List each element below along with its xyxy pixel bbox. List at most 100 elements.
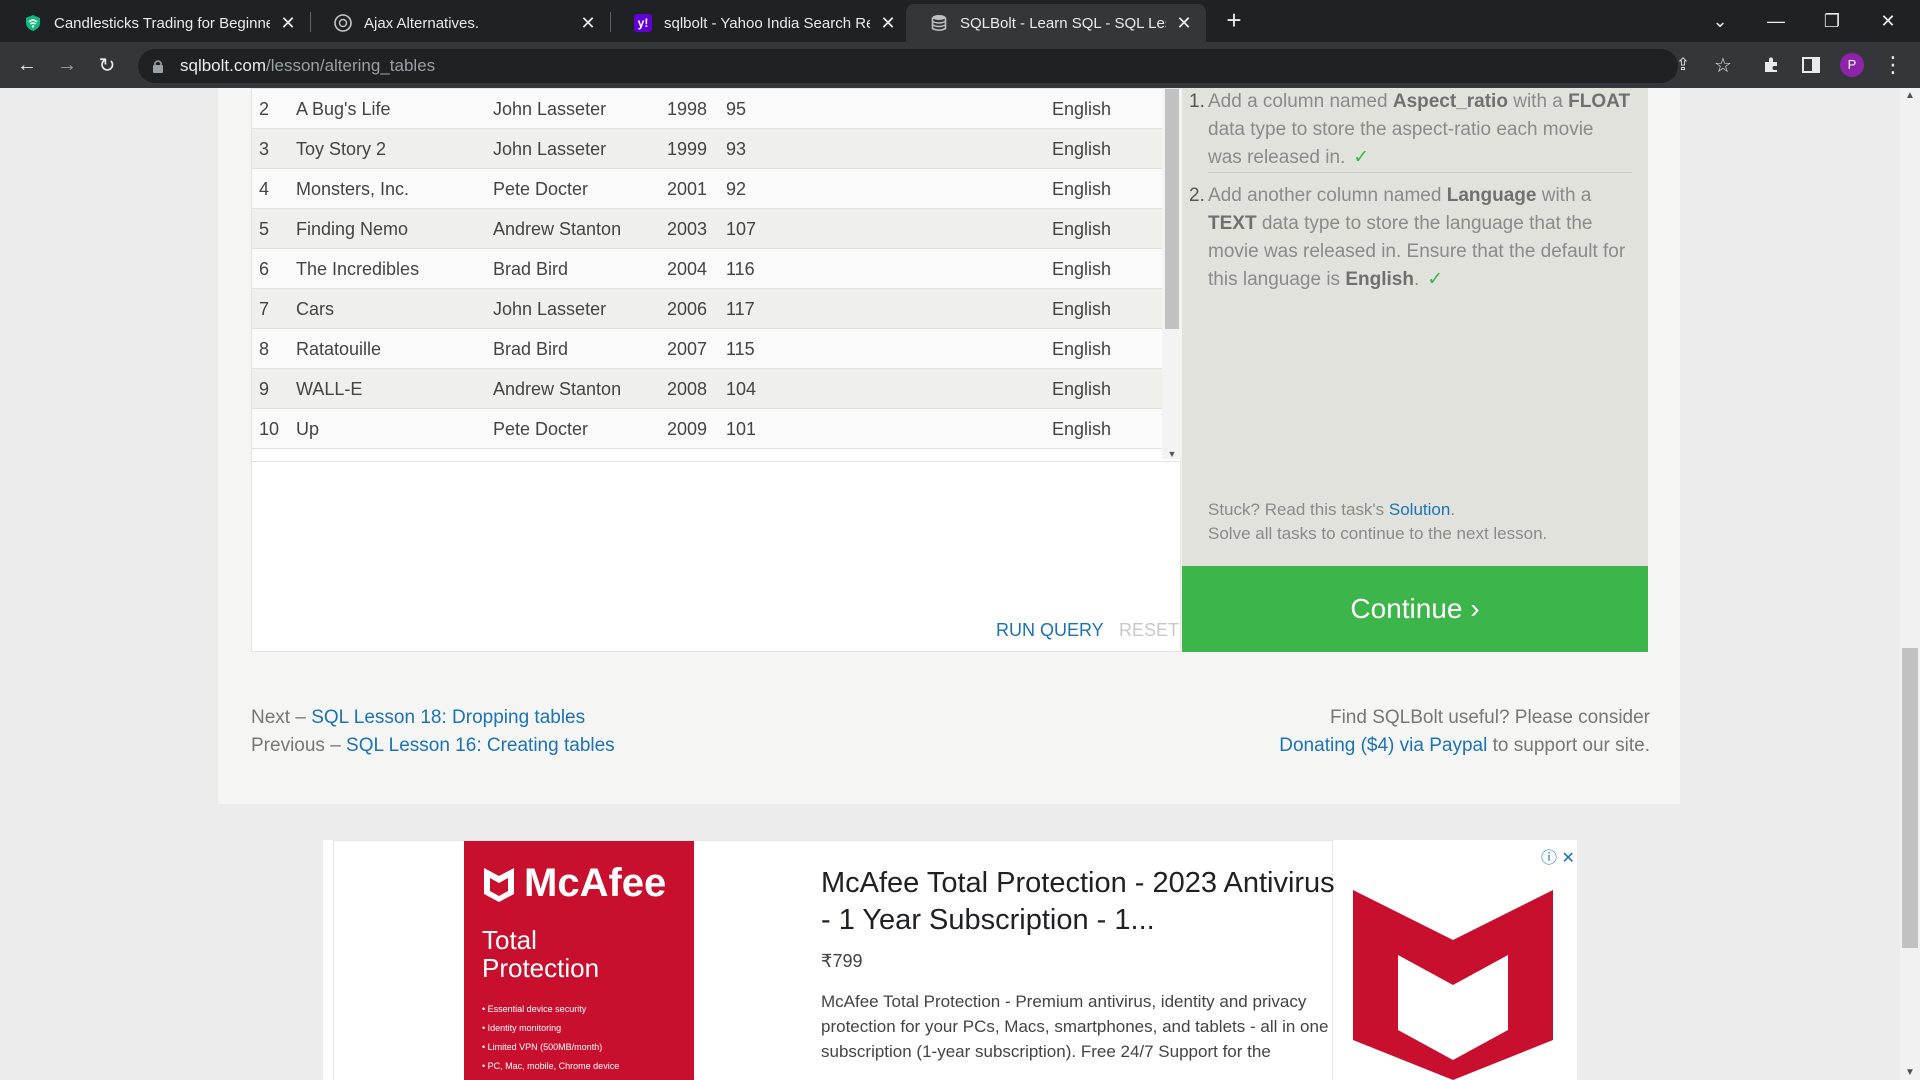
task-text: Add another column named: [1208, 185, 1447, 206]
bookmark-star-icon[interactable]: ☆: [1708, 50, 1738, 80]
donate-link[interactable]: Donating ($4) via Paypal: [1279, 735, 1487, 756]
close-icon[interactable]: ✕: [878, 13, 898, 34]
cell-length: 101: [726, 419, 757, 439]
task-text: with a: [1507, 91, 1569, 112]
tab-candlesticks[interactable]: Candlesticks Trading for Beginne ✕: [0, 4, 310, 42]
extensions-icon[interactable]: [1756, 50, 1786, 80]
close-icon[interactable]: ✕: [578, 13, 598, 34]
address-bar[interactable]: sqlbolt.com/lesson/altering_tables: [138, 49, 1678, 83]
task-text: with a: [1536, 185, 1592, 206]
mcafee-logo-icon[interactable]: [1353, 870, 1553, 1080]
solution-link[interactable]: Solution: [1389, 500, 1450, 519]
menu-dots-icon[interactable]: ⋮: [1878, 50, 1908, 80]
restore-icon[interactable]: ❐: [1804, 0, 1860, 42]
cell-title: Ratatouille: [296, 339, 382, 359]
mcafee-logo: McAfee: [482, 861, 676, 906]
profile-avatar[interactable]: P: [1840, 53, 1864, 77]
tab-ajax[interactable]: Ajax Alternatives. ✕: [310, 4, 610, 42]
tab-search-icon[interactable]: ⌄: [1692, 0, 1748, 42]
cell-length: 104: [726, 379, 757, 399]
page-viewport: 2A Bug's Life John Lasseter 1998 95 English 3…: [0, 88, 1900, 1080]
cell-year: 1999: [667, 139, 708, 159]
ad-product-name: Total Protection: [482, 926, 676, 982]
donate-text: Find SQLBolt useful? Please consider: [1329, 707, 1650, 728]
tab-sqlbolt[interactable]: SQLBolt - Learn SQL - SQL Lesso ✕: [906, 4, 1206, 42]
ad-card[interactable]: McAfee Total Protection • Essential devi…: [333, 840, 1335, 1080]
task-text: .: [1413, 269, 1420, 290]
share-icon[interactable]: ⇪: [1668, 50, 1698, 80]
cell-id: 10: [259, 419, 280, 439]
previous-lesson-link[interactable]: SQL Lesson 16: Creating tables: [346, 735, 615, 756]
cell-title: Finding Nemo: [296, 219, 409, 239]
table-row: 4 Monsters, Inc. Pete Docter 2001 92 English: [252, 169, 1162, 209]
side-panel-icon[interactable]: [1796, 50, 1826, 80]
page-scrollbar[interactable]: ▲ ▼: [1900, 88, 1920, 1080]
table-row: 6 The Incredibles Brad Bird 2004 116 English: [252, 249, 1162, 289]
ad-title[interactable]: McAfee Total Protection - 2023 Antivirus…: [821, 865, 1341, 939]
ad-product-line: Protection: [482, 953, 600, 983]
query-results-table: 2A Bug's Life John Lasseter 1998 95 English 3…: [252, 89, 1162, 459]
task-number: 2.: [1189, 185, 1205, 206]
task-keyword: FLOAT: [1568, 91, 1631, 112]
reload-icon[interactable]: ↻: [92, 50, 122, 80]
lesson-navigation: Next – SQL Lesson 18: Dropping tables Pr…: [251, 704, 615, 760]
cell-year: 2007: [667, 339, 708, 359]
minimize-icon[interactable]: —: [1748, 0, 1804, 42]
donate-note: Find SQLBolt useful? Please consider Don…: [1180, 704, 1650, 760]
back-icon[interactable]: ←: [12, 50, 42, 80]
cell-id: 4: [259, 179, 270, 199]
cell-length: 115: [726, 339, 755, 359]
ad-product-image[interactable]: McAfee Total Protection • Essential devi…: [464, 841, 694, 1080]
cell-director: John Lasseter: [493, 299, 607, 319]
reset-button[interactable]: RESET: [1119, 620, 1179, 641]
advertisement[interactable]: McAfee Total Protection • Essential devi…: [323, 840, 1577, 1080]
exercise-panel: 2A Bug's Life John Lasseter 1998 95 English 3…: [251, 88, 1182, 652]
new-tab-button[interactable]: +: [1220, 6, 1248, 34]
help-note: Stuck? Read this task's Solution. Solve …: [1208, 498, 1547, 546]
cell-year: 2003: [667, 219, 708, 239]
next-lesson-link[interactable]: SQL Lesson 18: Dropping tables: [311, 707, 585, 728]
continue-button[interactable]: Continue ›: [1182, 566, 1648, 652]
mcafee-shield-icon: [484, 867, 514, 902]
table-row: 9 WALL-E Andrew Stanton 2008 104 English: [252, 369, 1162, 409]
results-scrollbar-thumb[interactable]: [1165, 89, 1179, 329]
cell-id: 7: [259, 299, 270, 319]
table-row: 3 Toy Story 2 John Lasseter 1999 93 English: [252, 129, 1162, 169]
table-row: 10 Up Pete Docter 2009 101 English: [252, 409, 1162, 449]
ad-bullet: • Limited VPN (500MB/month): [482, 1042, 603, 1052]
ad-choices-icon[interactable]: ⓘ ✕: [1541, 844, 1575, 868]
task-2: 2. Add another column named Language wit…: [1189, 182, 1632, 294]
cell-length: 117: [726, 299, 755, 319]
cell-title: Toy Story 2: [296, 139, 387, 159]
page-scrollbar-thumb[interactable]: [1902, 648, 1918, 948]
checkmark-icon: ✓: [1427, 269, 1444, 290]
task-keyword: Aspect_ratio: [1392, 91, 1508, 112]
tab-yahoo[interactable]: y! sqlbolt - Yahoo India Search Resu ✕: [610, 4, 910, 42]
cell-id: 5: [259, 219, 270, 239]
cell-id: 9: [259, 379, 270, 399]
scroll-up-arrow-icon[interactable]: ▲: [1900, 90, 1920, 101]
stuck-period: .: [1450, 500, 1456, 519]
scroll-down-arrow-icon[interactable]: ▼: [1900, 1067, 1920, 1078]
cell-year: 2009: [667, 419, 708, 439]
database-icon: [930, 14, 948, 32]
prev-prefix: Previous –: [251, 735, 347, 756]
ad-description: McAfee Total Protection - Premium antivi…: [821, 992, 1329, 1061]
table-row: 5 Finding Nemo Andrew Stanton 2003 107 Englis…: [252, 209, 1162, 249]
scroll-down-arrow-icon[interactable]: ▼: [1162, 449, 1182, 459]
cell-language: English: [1052, 379, 1112, 399]
ad-bullet: • Identity monitoring: [482, 1023, 562, 1033]
close-icon[interactable]: ✕: [278, 13, 298, 34]
window-close-icon[interactable]: ✕: [1860, 0, 1916, 42]
run-query-button[interactable]: RUN QUERY: [996, 620, 1104, 641]
cell-language: English: [1052, 219, 1112, 239]
table-row: 2 A Bug's Life John Lasseter 1998 95 English: [252, 89, 1162, 129]
donate-suffix: to support our site.: [1487, 735, 1650, 756]
results-scrollbar[interactable]: ▼: [1162, 89, 1182, 459]
sql-editor[interactable]: RUN QUERY RESET: [252, 461, 1180, 651]
chatgpt-icon: [334, 14, 352, 32]
tab-title: SQLBolt - Learn SQL - SQL Lesso: [960, 14, 1166, 32]
url-text: sqlbolt.com/lesson/altering_tables: [180, 56, 435, 76]
forward-icon[interactable]: →: [52, 50, 82, 80]
close-icon[interactable]: ✕: [1174, 13, 1194, 34]
